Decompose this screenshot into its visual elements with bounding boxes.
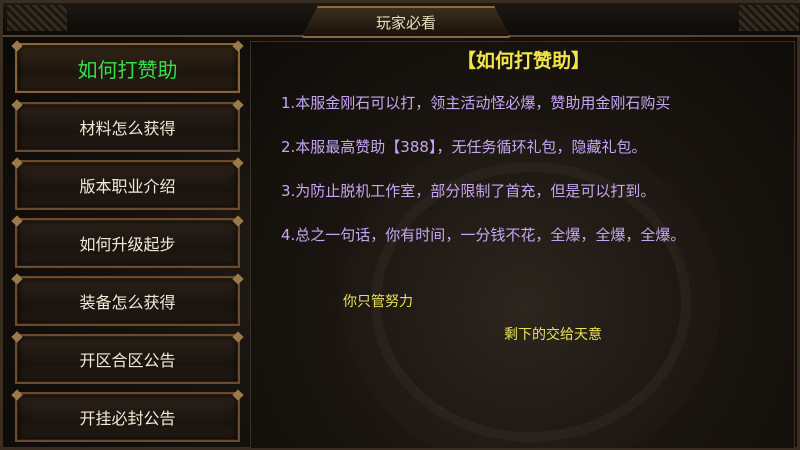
- slogan-line-2: 剩下的交给天意: [504, 327, 602, 343]
- rule-line-2: 2.本服最高赞助【388】，无任务循环礼包，隐藏礼包。: [281, 138, 647, 156]
- content-title: 【如何打赞助】: [456, 50, 590, 72]
- menu-item-leveling[interactable]: 如何升级起步: [15, 218, 240, 268]
- rule-line-3: 3.为防止脱机工作室，部分限制了首充，但是可以打到。: [281, 182, 656, 200]
- ornament-left: [7, 5, 67, 31]
- rule-line-4: 4.总之一句话，你有时间，一分钱不花，全爆，全爆，全爆。: [281, 226, 686, 244]
- content-panel: 【如何打赞助】 1.本服金刚石可以打，领主活动怪必爆，赞助用金刚石购买 2.本服…: [250, 41, 795, 449]
- rule-line-1: 1.本服金刚石可以打，领主活动怪必爆，赞助用金刚石购买: [281, 94, 671, 112]
- menu-item-sponsor[interactable]: 如何打赞助: [15, 43, 240, 93]
- top-bar: 玩家必看: [3, 3, 800, 38]
- window-title-plate: 玩家必看: [301, 6, 511, 38]
- menu-item-equipment[interactable]: 装备怎么获得: [15, 276, 240, 326]
- menu-item-server-merge[interactable]: 开区合区公告: [15, 334, 240, 384]
- window-frame: 玩家必看 如何打赞助 材料怎么获得 版本职业介绍 如何升级起步 装备怎么获得 开…: [0, 0, 800, 450]
- menu-item-anti-cheat[interactable]: 开挂必封公告: [15, 392, 240, 442]
- dragon-watermark: [371, 162, 691, 442]
- sidebar-menu: 如何打赞助 材料怎么获得 版本职业介绍 如何升级起步 装备怎么获得 开区合区公告…: [11, 41, 244, 449]
- menu-item-classes[interactable]: 版本职业介绍: [15, 160, 240, 210]
- window-title: 玩家必看: [375, 13, 436, 32]
- menu-item-materials[interactable]: 材料怎么获得: [15, 102, 240, 152]
- slogan-line-1: 你只管努力: [343, 294, 413, 310]
- ornament-right: [739, 5, 799, 31]
